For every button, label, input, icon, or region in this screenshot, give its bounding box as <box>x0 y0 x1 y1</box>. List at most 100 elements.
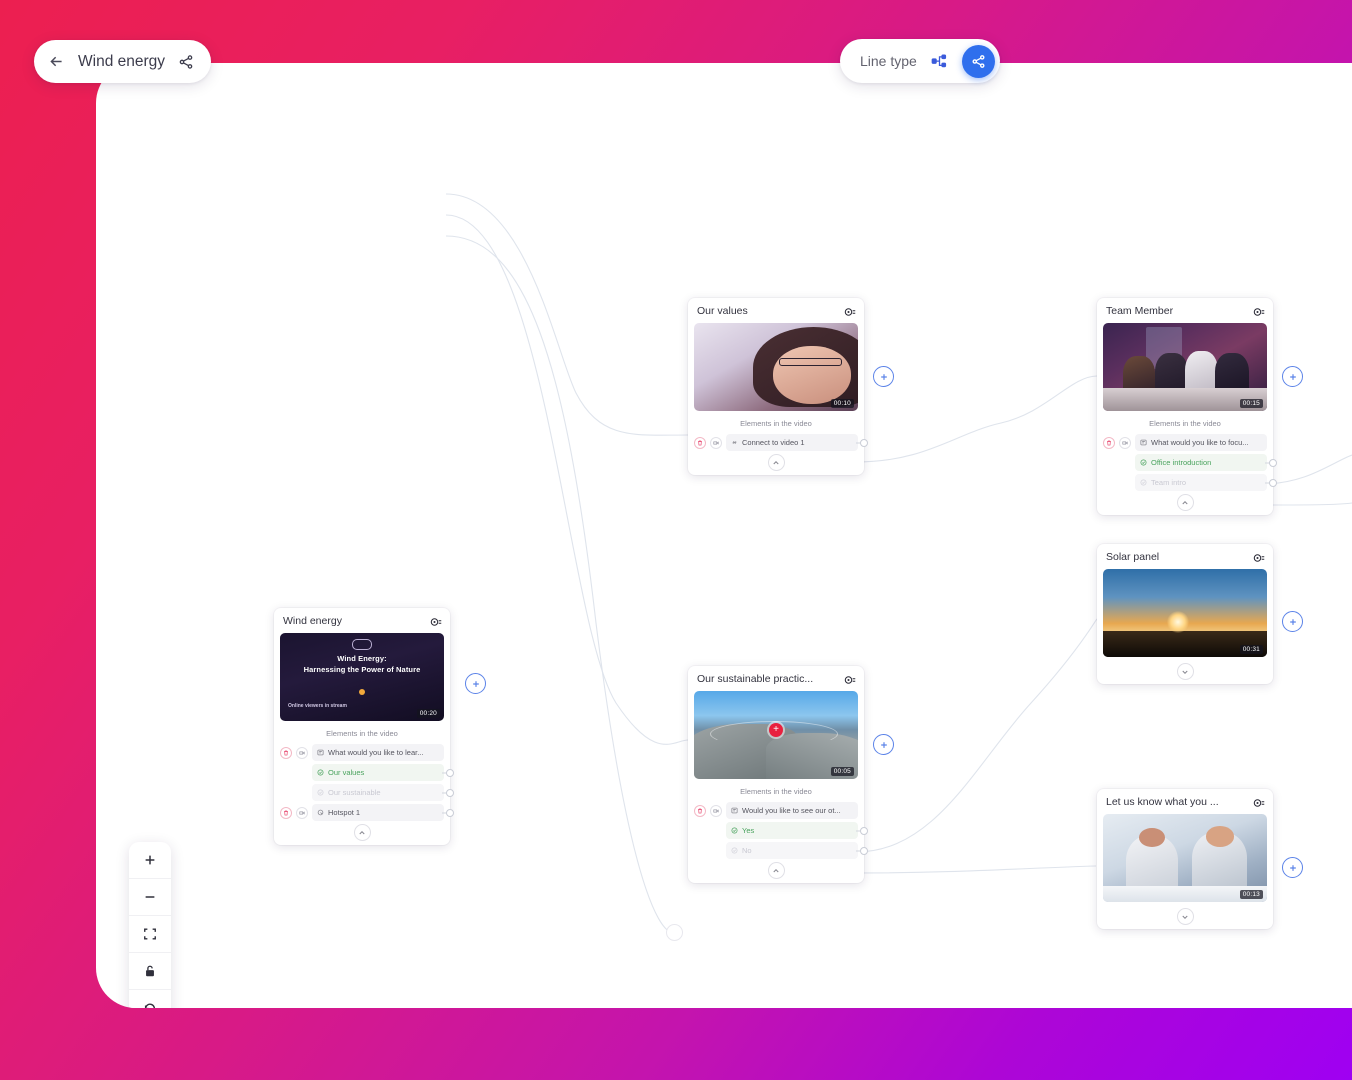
video-thumbnail[interactable]: 00:15 <box>1103 323 1267 411</box>
link-chip[interactable]: Connect to video 1 <box>726 434 858 451</box>
video-mute-icon[interactable] <box>710 805 722 817</box>
card-options-icon[interactable] <box>430 615 442 627</box>
video-mute-icon[interactable] <box>710 437 722 449</box>
table-row[interactable]: Yes <box>688 822 864 839</box>
expand-toggle[interactable] <box>1177 663 1194 680</box>
add-node-team-member[interactable] <box>1282 366 1303 387</box>
zoom-toolbar[interactable] <box>129 842 171 1008</box>
thumbnail-art <box>779 358 841 366</box>
share-button[interactable] <box>962 45 995 78</box>
video-mute-icon[interactable] <box>296 807 308 819</box>
node-card-our-values[interactable]: Our values 00:10 Elements in the video C… <box>688 298 864 475</box>
table-row[interactable]: Our values <box>274 764 450 781</box>
collapse-toggle[interactable] <box>1177 494 1194 511</box>
node-card-solar-panel[interactable]: Solar panel 00:31 <box>1097 544 1273 684</box>
table-row[interactable]: No <box>688 842 864 859</box>
delete-icon[interactable] <box>1103 437 1115 449</box>
card-header: Our sustainable practic... <box>688 666 864 691</box>
add-node-wind-energy[interactable] <box>465 673 486 694</box>
share-icon[interactable] <box>178 54 194 70</box>
node-card-wind-energy[interactable]: Wind energy Wind Energy: Harnessing the … <box>274 608 450 845</box>
question-chip[interactable]: What would you like to focu... <box>1135 434 1267 451</box>
card-options-icon[interactable] <box>1253 305 1265 317</box>
table-row[interactable]: Hotspot 1 <box>274 804 450 821</box>
thumbnail-dot <box>359 689 365 695</box>
collapse-toggle[interactable] <box>354 824 371 841</box>
delete-icon[interactable] <box>280 807 292 819</box>
table-row[interactable]: Office introduction <box>1097 454 1273 471</box>
add-node-our-sustainable[interactable] <box>873 734 894 755</box>
card-title: Let us know what you ... <box>1106 796 1219 808</box>
undo-button[interactable] <box>129 990 171 1008</box>
card-options-icon[interactable] <box>844 305 856 317</box>
delete-icon[interactable] <box>694 805 706 817</box>
elements-label: Elements in the video <box>274 721 450 744</box>
node-card-our-sustainable[interactable]: Our sustainable practic... + 00:05 Eleme… <box>688 666 864 883</box>
row-label: Connect to video 1 <box>742 438 805 447</box>
add-node-let-us-know[interactable] <box>1282 857 1303 878</box>
card-header: Our values <box>688 298 864 323</box>
add-node-solar-panel[interactable] <box>1282 611 1303 632</box>
thumbnail-overlay-title: Wind Energy: Harnessing the Power of Nat… <box>280 653 444 675</box>
answer-chip[interactable]: No <box>726 842 858 859</box>
row-label: Our values <box>328 768 364 777</box>
row-label: What would you like to focu... <box>1151 438 1249 447</box>
title-bar[interactable]: Wind energy <box>34 40 211 83</box>
video-thumbnail[interactable]: Wind Energy: Harnessing the Power of Nat… <box>280 633 444 721</box>
bubble-icon <box>352 639 372 650</box>
video-mute-icon[interactable] <box>296 747 308 759</box>
table-row[interactable]: What would you like to focu... <box>1097 434 1273 451</box>
expand-toggle[interactable] <box>1177 908 1194 925</box>
arrow-left-icon[interactable] <box>48 53 65 70</box>
table-row[interactable]: Connect to video 1 <box>688 434 864 451</box>
zoom-out-button[interactable] <box>129 879 171 916</box>
fit-to-screen-button[interactable] <box>129 916 171 953</box>
row-label: Office introduction <box>1151 458 1211 467</box>
video-thumbnail[interactable]: 00:10 <box>694 323 858 411</box>
answer-chip[interactable]: Yes <box>726 822 858 839</box>
collapse-toggle[interactable] <box>768 454 785 471</box>
card-title: Wind energy <box>283 615 342 627</box>
table-row[interactable]: Team intro <box>1097 474 1273 491</box>
node-card-let-us-know[interactable]: Let us know what you ... 00:13 <box>1097 789 1273 929</box>
table-row[interactable]: Would you like to see our ot... <box>688 802 864 819</box>
hotspot-marker[interactable]: + <box>769 723 783 737</box>
question-chip[interactable]: Would you like to see our ot... <box>726 802 858 819</box>
table-row[interactable]: Our sustainable <box>274 784 450 801</box>
video-thumbnail[interactable]: 00:13 <box>1103 814 1267 902</box>
line-type-label: Line type <box>860 53 917 69</box>
question-chip[interactable]: What would you like to lear... <box>312 744 444 761</box>
add-node-our-values[interactable] <box>873 366 894 387</box>
card-options-icon[interactable] <box>844 673 856 685</box>
row-label: Hotspot 1 <box>328 808 360 817</box>
answer-chip[interactable]: Team intro <box>1135 474 1267 491</box>
thumbnail-art <box>773 346 852 404</box>
lock-button[interactable] <box>129 953 171 990</box>
answer-chip[interactable]: Office introduction <box>1135 454 1267 471</box>
duration-badge: 00:10 <box>831 399 854 408</box>
row-label: Our sustainable <box>328 788 381 797</box>
node-card-team-member[interactable]: Team Member 00:15 Elements in the video … <box>1097 298 1273 515</box>
video-mute-icon[interactable] <box>1119 437 1131 449</box>
collapse-toggle[interactable] <box>768 862 785 879</box>
delete-icon[interactable] <box>694 437 706 449</box>
delete-icon[interactable] <box>280 747 292 759</box>
card-title: Our sustainable practic... <box>697 673 813 685</box>
video-thumbnail[interactable]: + 00:05 <box>694 691 858 779</box>
row-label: Team intro <box>1151 478 1186 487</box>
answer-chip[interactable]: Our values <box>312 764 444 781</box>
flow-canvas[interactable]: Wind energy Wind Energy: Harnessing the … <box>96 63 1352 1008</box>
duration-badge: 00:20 <box>417 709 440 718</box>
hierarchy-icon[interactable] <box>931 53 948 70</box>
answer-chip[interactable]: Our sustainable <box>312 784 444 801</box>
zoom-in-button[interactable] <box>129 842 171 879</box>
table-row[interactable]: What would you like to lear... <box>274 744 450 761</box>
card-title: Our values <box>697 305 748 317</box>
line-type-bar[interactable]: Line type <box>840 39 1000 83</box>
card-options-icon[interactable] <box>1253 551 1265 563</box>
connector-endpoint[interactable] <box>666 924 683 941</box>
hotspot-chip[interactable]: Hotspot 1 <box>312 804 444 821</box>
card-options-icon[interactable] <box>1253 796 1265 808</box>
elements-label: Elements in the video <box>1097 411 1273 434</box>
video-thumbnail[interactable]: 00:31 <box>1103 569 1267 657</box>
